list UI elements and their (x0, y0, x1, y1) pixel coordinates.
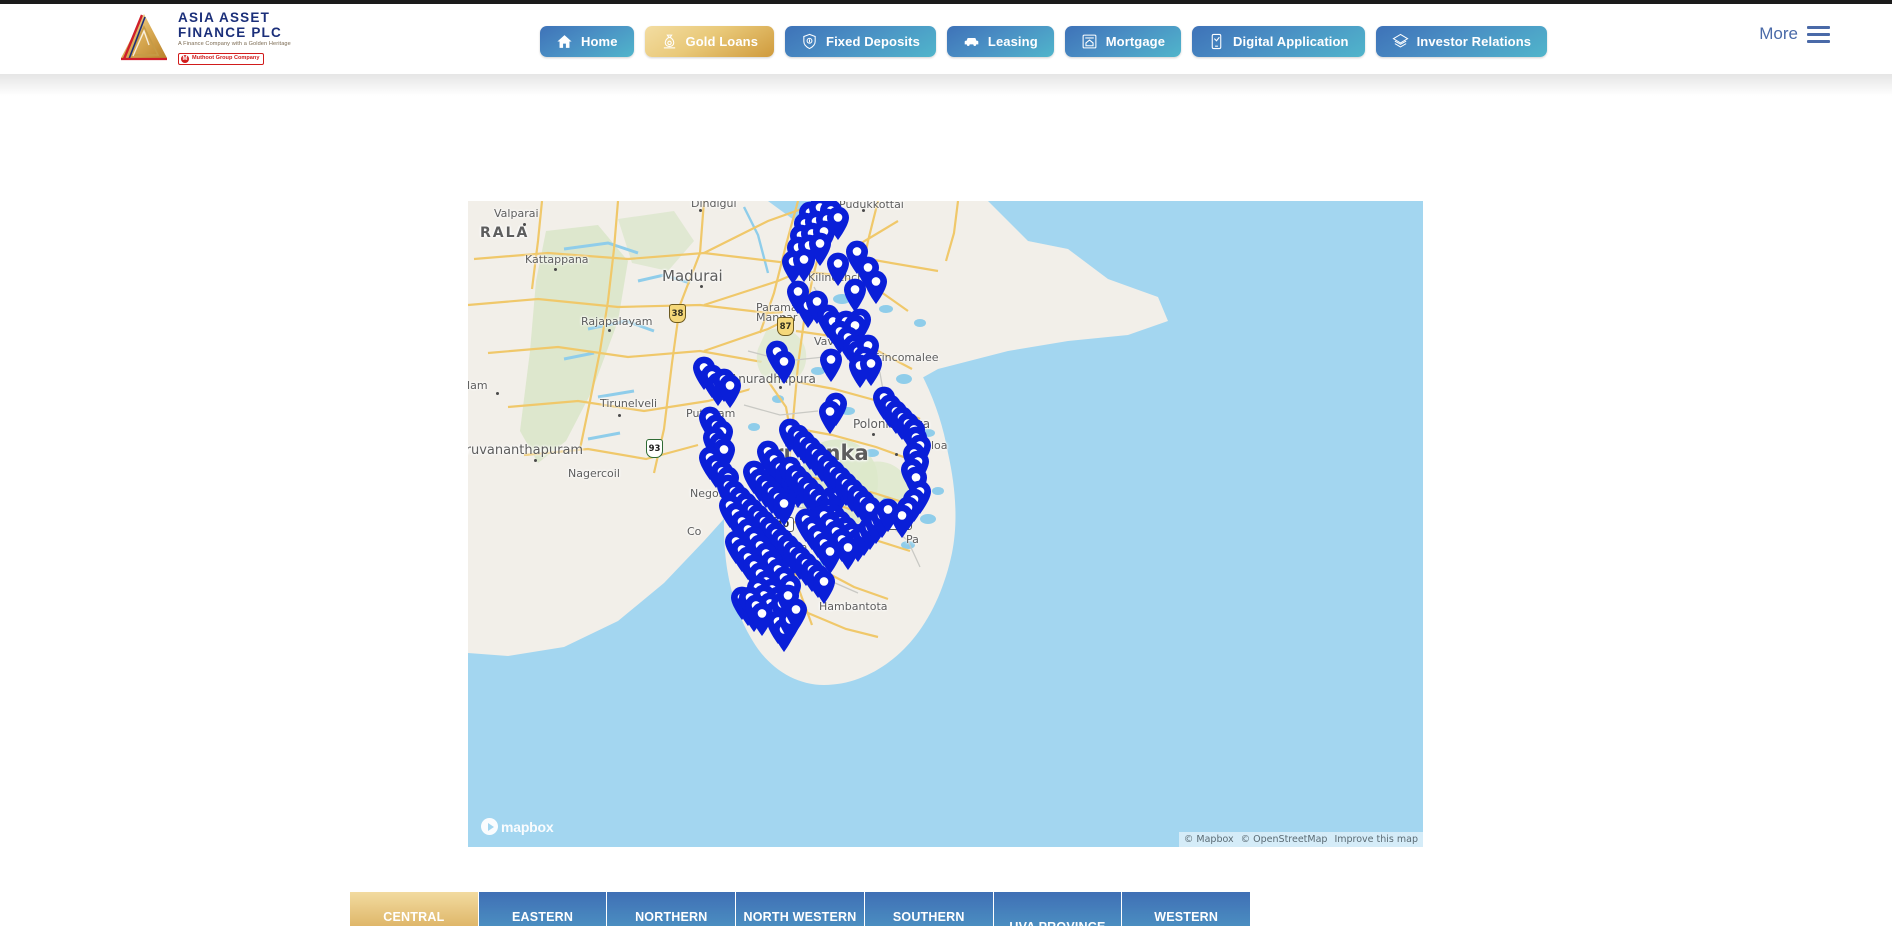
map-city-dot (699, 209, 702, 212)
mobile-phone-icon (1208, 33, 1225, 50)
main-navigation: Home Gold Loans Fixed Deposits Leasing M… (540, 26, 1548, 57)
branch-marker-pin[interactable] (771, 349, 797, 385)
attribution-improve-map[interactable]: Improve this map (1334, 834, 1418, 845)
branch-marker-pin[interactable] (717, 373, 743, 409)
nav-item-mortgage[interactable]: Mortgage (1064, 26, 1182, 57)
tab-uva-province[interactable]: UVA PROVINCE (993, 892, 1123, 926)
mapbox-wordmark: mapbox (501, 818, 554, 835)
nav-label-mortgage: Mortgage (1105, 34, 1166, 49)
nav-item-leasing[interactable]: Leasing (946, 26, 1054, 57)
nav-label-leasing: Leasing (987, 34, 1038, 49)
nav-item-digital-application[interactable]: Digital Application (1192, 26, 1365, 57)
map-city-dot (779, 386, 782, 389)
brand-logo[interactable]: ASIA ASSET FINANCE PLC A Finance Company… (118, 9, 291, 65)
nav-label-gold-loans: Gold Loans (685, 34, 759, 49)
house-document-icon (1081, 33, 1098, 50)
brand-name-line1: ASIA ASSET (178, 10, 271, 25)
shield-coin-icon (801, 33, 818, 50)
nav-label-fixed-deposits: Fixed Deposits (826, 34, 920, 49)
group-company-label: Muthoot Group Company (192, 54, 260, 61)
map-city-dot (700, 285, 703, 288)
home-icon (556, 33, 573, 50)
nav-label-investor-relations: Investor Relations (1416, 34, 1532, 49)
map-city-dot (496, 392, 499, 395)
map-basemap (468, 201, 1423, 847)
attribution-openstreetmap[interactable]: © OpenStreetMap (1241, 834, 1328, 845)
money-bag-icon (661, 33, 678, 50)
branch-marker-pin[interactable] (791, 247, 817, 283)
tab-central-province[interactable]: CENTRAL PROVINCE (350, 892, 479, 926)
nav-label-digital-application: Digital Application (1233, 34, 1349, 49)
branch-marker-pin[interactable] (858, 351, 884, 387)
map-city-dot (618, 414, 621, 417)
branch-marker-pin[interactable] (818, 347, 844, 383)
highway-shield-icon: 38 (669, 304, 686, 323)
nav-item-gold-loans[interactable]: Gold Loans (644, 26, 775, 57)
map-city-dot (534, 459, 537, 462)
hamburger-menu-icon[interactable] (1807, 25, 1830, 43)
branch-marker-pin[interactable] (875, 497, 901, 533)
branch-marker-pin[interactable] (817, 539, 843, 575)
mapbox-logo[interactable]: mapbox (481, 818, 554, 835)
highway-shield-icon: 87 (777, 317, 794, 336)
nav-label-home: Home (581, 34, 618, 49)
tab-western-province[interactable]: WESTERN PROVINCE (1122, 892, 1251, 926)
attribution-mapbox[interactable]: © Mapbox (1184, 834, 1234, 845)
map-city-dot (554, 268, 557, 271)
map-city-dot (872, 433, 875, 436)
branch-marker-pin[interactable] (749, 601, 775, 637)
triangle-logo-icon (118, 11, 170, 63)
muthoot-mark-icon: M (181, 54, 189, 63)
map-attribution: © Mapbox © OpenStreetMap Improve this ma… (1178, 832, 1423, 847)
site-header: ASIA ASSET FINANCE PLC A Finance Company… (0, 4, 1892, 74)
province-tabs: CENTRAL PROVINCE EASTERN PROVINCE NORTHE… (350, 892, 1251, 926)
tab-northern-province[interactable]: NORTHERN PROVINCE (607, 892, 737, 926)
nav-item-home[interactable]: Home (540, 26, 634, 57)
tab-southern-province[interactable]: SOUTHERN PROVINCE (864, 892, 994, 926)
branch-marker-pin[interactable] (783, 597, 809, 633)
nav-item-fixed-deposits[interactable]: Fixed Deposits (785, 26, 936, 57)
branch-locator-map[interactable]: RALA Valparai Dindigul Pudukkottai Katta… (468, 201, 1423, 847)
map-city-dot (523, 223, 526, 226)
page-body: RALA Valparai Dindigul Pudukkottai Katta… (0, 74, 1892, 926)
highway-shield-icon: 93 (646, 439, 663, 458)
stacked-papers-icon (1392, 33, 1409, 50)
more-menu-label: More (1759, 24, 1798, 43)
map-city-dot (862, 209, 865, 212)
brand-name-line2: FINANCE PLC (178, 24, 282, 40)
map-city-dot (895, 453, 898, 456)
map-city-dot (608, 329, 611, 332)
group-company-badge: M Muthoot Group Company (178, 52, 265, 65)
tab-north-western-province[interactable]: NORTH WESTERN PROVINCE (736, 892, 865, 926)
branch-marker-pin[interactable] (817, 399, 843, 435)
tab-eastern-province[interactable]: EASTERN PROVINCE (478, 892, 608, 926)
car-icon (963, 33, 980, 50)
brand-tagline: A Finance Company with a Golden Heritage (178, 41, 291, 47)
nav-item-investor-relations[interactable]: Investor Relations (1375, 26, 1548, 57)
mapbox-mark-icon (481, 818, 498, 835)
more-menu-button[interactable]: More (1759, 24, 1830, 44)
